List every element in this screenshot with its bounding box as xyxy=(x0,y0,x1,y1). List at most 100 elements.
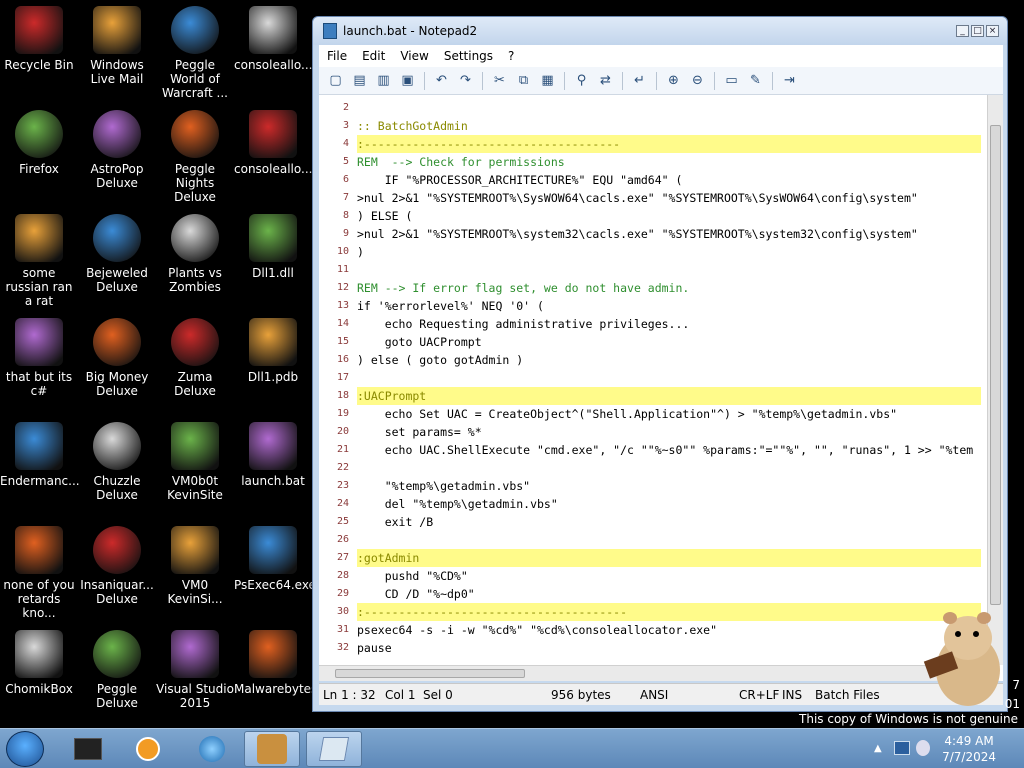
desktop-icon[interactable]: Recycle Bin xyxy=(0,6,78,72)
desktop-icon[interactable]: ChomikBox xyxy=(0,630,78,696)
zoom-in-icon[interactable]: ⊕ xyxy=(663,70,684,91)
code-line[interactable]: 30:-------------------------------------… xyxy=(319,603,981,621)
code-line[interactable]: 31 psexec64 -s -i -w "%cd%" "%cd%\console… xyxy=(319,621,981,639)
code-line[interactable]: 2 xyxy=(319,99,981,117)
start-button[interactable] xyxy=(6,731,44,767)
desktop-icon[interactable]: Windows Live Mail xyxy=(78,6,156,86)
status-encoding[interactable]: ANSI xyxy=(640,688,668,702)
desktop-icon[interactable]: Plants vs Zombies xyxy=(156,214,234,294)
code-line[interactable]: 4:------------------------------------- xyxy=(319,135,981,153)
copy-icon[interactable]: ⧉ xyxy=(513,70,534,91)
customize-scheme-icon[interactable]: ✎ xyxy=(745,70,766,91)
text-editor[interactable]: 2 3:: BatchGotAdmin 4:--------------------… xyxy=(319,95,1003,681)
desktop-icon[interactable]: Dll1.dll xyxy=(234,214,312,280)
taskbar-browser[interactable] xyxy=(184,731,240,767)
open-folder-icon[interactable]: ▤ xyxy=(349,70,370,91)
code-line[interactable]: 13 if '%errorlevel%' NEQ '0' ( xyxy=(319,297,981,315)
code-line[interactable]: 22 xyxy=(319,459,981,477)
desktop-icon[interactable]: Bejeweled Deluxe xyxy=(78,214,156,294)
code-line[interactable]: 6 IF "%PROCESSOR_ARCHITECTURE%" EQU "amd… xyxy=(319,171,981,189)
desktop-icon[interactable]: consoleallo... xyxy=(234,110,312,176)
status-eol[interactable]: CR+LF xyxy=(739,688,779,702)
desktop-icon[interactable]: Visual Studio 2015 xyxy=(156,630,234,710)
desktop-icon[interactable]: Dll1.pdb xyxy=(234,318,312,384)
new-file-icon[interactable]: ▢ xyxy=(325,70,346,91)
code-line[interactable]: 25 exit /B xyxy=(319,513,981,531)
code-line[interactable]: 9 >nul 2>&1 "%SYSTEMROOT%\system32\cacls.… xyxy=(319,225,981,243)
vertical-scroll-thumb[interactable] xyxy=(990,125,1001,605)
redo-icon[interactable]: ↷ xyxy=(455,70,476,91)
desktop-icon[interactable]: AstroPop Deluxe xyxy=(78,110,156,190)
desktop-icon[interactable]: PsExec64.exe xyxy=(234,526,316,592)
clock[interactable]: 4:49 AM 7/7/2024 xyxy=(942,733,996,765)
taskbar-media-player[interactable] xyxy=(120,731,176,767)
desktop-icon[interactable]: consoleallo... xyxy=(234,6,312,72)
menu-settings[interactable]: Settings xyxy=(436,49,500,63)
network-icon[interactable] xyxy=(894,741,910,755)
paste-icon[interactable]: ▦ xyxy=(537,70,558,91)
code-line[interactable]: 3:: BatchGotAdmin xyxy=(319,117,981,135)
code-line[interactable]: 24 del "%temp%\getadmin.vbs" xyxy=(319,495,981,513)
desktop-icon[interactable]: Insaniquar... Deluxe xyxy=(78,526,156,606)
minimize-button[interactable]: _ xyxy=(956,25,969,37)
desktop-icon[interactable]: that but its c# xyxy=(0,318,78,398)
desktop-icon[interactable]: Peggle Deluxe xyxy=(78,630,156,710)
desktop-icon[interactable]: some russian ran a rat xyxy=(0,214,78,308)
desktop-icon[interactable]: Peggle Nights Deluxe xyxy=(156,110,234,204)
desktop-icon[interactable]: Firefox xyxy=(0,110,78,176)
desktop-icon[interactable]: Malwarebytes xyxy=(234,630,317,696)
code-line[interactable]: 8) ELSE ( xyxy=(319,207,981,225)
maximize-button[interactable]: □ xyxy=(971,25,984,37)
code-line[interactable]: 16) else ( goto gotAdmin ) xyxy=(319,351,981,369)
code-line[interactable]: 19 echo Set UAC = CreateObject^("Shell.A… xyxy=(319,405,981,423)
code-line[interactable]: 29 CD /D "%~dp0" xyxy=(319,585,981,603)
desktop-icon[interactable]: VM0b0t KevinSite xyxy=(156,422,234,502)
taskbar-notepad2[interactable] xyxy=(306,731,362,767)
save-icon[interactable]: ▣ xyxy=(397,70,418,91)
code-line[interactable]: 11 xyxy=(319,261,981,279)
desktop-icon[interactable]: launch.bat xyxy=(234,422,312,488)
code-line[interactable]: 14 echo Requesting administrative privil… xyxy=(319,315,981,333)
desktop-icon[interactable]: Endermanc... xyxy=(0,422,80,488)
code-line[interactable]: 23 "%temp%\getadmin.vbs" xyxy=(319,477,981,495)
desktop-icon[interactable]: Big Money Deluxe xyxy=(78,318,156,398)
desktop-icon[interactable]: none of you retards kno... xyxy=(0,526,78,620)
code-line[interactable]: 5 REM --> Check for permissions xyxy=(319,153,981,171)
code-line[interactable]: 17 xyxy=(319,369,981,387)
exit-icon[interactable]: ⇥ xyxy=(779,70,800,91)
zoom-out-icon[interactable]: ⊖ xyxy=(687,70,708,91)
code-line[interactable]: 28 pushd "%CD%" xyxy=(319,567,981,585)
desktop-icon[interactable]: VM0 KevinSi... xyxy=(156,526,234,606)
desktop-icon[interactable]: Zuma Deluxe xyxy=(156,318,234,398)
menu-help[interactable]: ? xyxy=(500,49,521,63)
volume-icon[interactable] xyxy=(916,740,930,756)
tray-expand-icon[interactable]: ▲ xyxy=(874,743,882,754)
code-line[interactable]: 21 echo UAC.ShellExecute "cmd.exe", "/c … xyxy=(319,441,981,459)
desktop-icon[interactable]: Peggle World of Warcraft ... xyxy=(156,6,234,100)
code-line[interactable]: 26 xyxy=(319,531,981,549)
replace-icon[interactable]: ⇄ xyxy=(595,70,616,91)
word-wrap-icon[interactable]: ↵ xyxy=(629,70,650,91)
taskbar-chomikbox[interactable] xyxy=(244,731,300,767)
taskbar-app-icon[interactable] xyxy=(60,731,116,767)
scheme-icon[interactable]: ▭ xyxy=(721,70,742,91)
undo-icon[interactable]: ↶ xyxy=(431,70,452,91)
horizontal-scrollbar[interactable] xyxy=(319,665,987,681)
menu-view[interactable]: View xyxy=(392,49,435,63)
title-bar[interactable]: launch.bat - Notepad2 _ □ × xyxy=(313,17,1007,45)
code-line[interactable]: 32 pause xyxy=(319,639,981,657)
find-icon[interactable]: ⚲ xyxy=(571,70,592,91)
close-button[interactable]: × xyxy=(986,25,999,37)
desktop-icon[interactable]: Chuzzle Deluxe xyxy=(78,422,156,502)
code-line[interactable]: 10) xyxy=(319,243,981,261)
menu-edit[interactable]: Edit xyxy=(354,49,392,63)
code-line[interactable]: 18:UACPrompt xyxy=(319,387,981,405)
cut-icon[interactable]: ✂ xyxy=(489,70,510,91)
code-line[interactable]: 20 set params= %* xyxy=(319,423,981,441)
menu-file[interactable]: File xyxy=(319,49,354,63)
vertical-scrollbar[interactable] xyxy=(987,95,1003,665)
code-line[interactable]: 12 REM --> If error flag set, we do not h… xyxy=(319,279,981,297)
code-line[interactable]: 27:gotAdmin xyxy=(319,549,981,567)
code-line[interactable]: 7 >nul 2>&1 "%SYSTEMROOT%\SysWOW64\cacls.… xyxy=(319,189,981,207)
code-line[interactable]: 15 goto UACPrompt xyxy=(319,333,981,351)
